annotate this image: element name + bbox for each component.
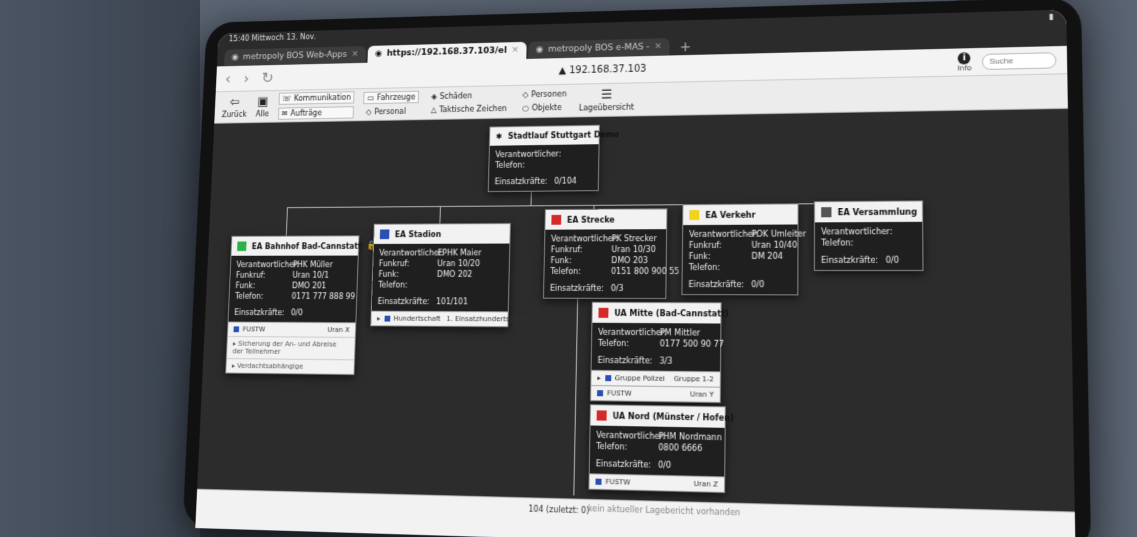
unit-row[interactable]: FUSTW Uran Y xyxy=(591,385,720,403)
schaeden-button[interactable]: ◈ Schäden xyxy=(428,90,510,102)
phone-icon: ☏ xyxy=(282,94,292,103)
vehicle-icon: ▭ xyxy=(367,93,375,103)
org-card-versammlung[interactable]: EA Versammlung Verantwortlicher: Telefon… xyxy=(813,200,924,272)
back-button[interactable]: ⇦ Zurück xyxy=(222,94,248,119)
close-tab-icon[interactable]: ✕ xyxy=(511,46,518,56)
diamond-icon: ◇ xyxy=(365,107,372,117)
personal-button[interactable]: ◇ Personal xyxy=(363,106,419,117)
tablet-frame: 15:40 Mittwoch 13. Nov. ▮ ◉ metropoly BO… xyxy=(182,0,1092,537)
search-input[interactable] xyxy=(981,51,1057,70)
unit-square-icon xyxy=(597,390,604,397)
back-arrow-icon[interactable]: ‹ xyxy=(225,70,231,88)
globe-icon: ◉ xyxy=(535,45,544,55)
info-button[interactable]: i Info xyxy=(957,51,972,72)
unit-row[interactable]: ▸ Hundertschaft 1. Einsatzhundertschaft xyxy=(371,310,526,327)
count-label: 104 (zuletzt: 0) xyxy=(528,504,590,516)
info-icon: i xyxy=(958,51,971,65)
all-button[interactable]: ▣ Alle xyxy=(256,94,270,118)
globe-icon: ◉ xyxy=(231,53,239,63)
reload-icon[interactable]: ↻ xyxy=(261,69,274,87)
forward-arrow-icon[interactable]: › xyxy=(243,69,250,87)
browser-tab-1[interactable]: ◉ metropoly BOS Web-Apps ✕ xyxy=(224,46,367,67)
status-square-gray xyxy=(821,207,832,218)
status-square-red xyxy=(598,307,609,318)
task-note: ▸ Sicherung der An- und Abreise der Teil… xyxy=(226,335,355,360)
lock-icon: ▲ xyxy=(558,65,567,77)
task-note: ▸ Verdachtsabhängige xyxy=(226,358,355,375)
layers-icon: ▣ xyxy=(257,94,269,109)
background-left xyxy=(0,0,200,537)
diamond-icon: ◇ xyxy=(522,90,529,100)
damage-icon: ◈ xyxy=(431,92,438,101)
unit-square-icon xyxy=(384,315,390,322)
triangle-icon: △ xyxy=(430,105,437,115)
org-card-bahnhof[interactable]: EA Bahnhof Bad-Cannstatt🔒 Verantwortlich… xyxy=(225,235,378,376)
new-tab-icon[interactable]: + xyxy=(672,39,700,55)
status-square-yellow xyxy=(689,210,700,221)
tablet-screen: 15:40 Mittwoch 13. Nov. ▮ ◉ metropoly BO… xyxy=(195,9,1076,537)
tab-label: metropoly BOS Web-Apps xyxy=(242,50,348,63)
status-square-red xyxy=(551,214,562,225)
back-arrow-icon: ⇦ xyxy=(229,94,240,110)
objekte-button[interactable]: ○ Objekte xyxy=(519,102,569,114)
close-tab-icon[interactable]: ✕ xyxy=(351,50,358,60)
org-card-ua-mitte[interactable]: UA Mitte (Bad-Cannstatt) Verantwortliche… xyxy=(589,301,729,404)
org-card-ua-nord[interactable]: UA Nord (Münster / Hofen) Verantwortlich… xyxy=(588,404,734,494)
fahrzeuge-button[interactable]: ▭ Fahrzeuge xyxy=(363,90,420,105)
kommunikation-button[interactable]: ☏ Kommunikation xyxy=(278,91,355,105)
unit-square-icon xyxy=(604,375,611,382)
unit-square-icon xyxy=(233,326,240,333)
auftraege-button[interactable]: ✉ Aufträge xyxy=(277,106,355,120)
connector-line xyxy=(285,207,288,238)
close-tab-icon[interactable]: ✕ xyxy=(654,42,662,52)
org-card-strecke[interactable]: EA Strecke Verantwortlicher: PK Strecker … xyxy=(542,208,679,300)
circle-icon: ○ xyxy=(522,103,529,113)
unit-square-icon xyxy=(595,478,602,485)
battery-icon: ▮ xyxy=(1048,11,1054,22)
tab-label: metropoly BOS e-MAS - xyxy=(547,42,650,55)
browser-tab-3[interactable]: ◉ metropoly BOS e-MAS - ✕ xyxy=(527,38,670,59)
tab-label: https://192.168.37.103/el xyxy=(386,46,507,59)
list-icon: ☰ xyxy=(600,87,613,102)
globe-icon: ◉ xyxy=(374,49,383,59)
star-icon: ✱ xyxy=(495,132,503,141)
status-square-green xyxy=(237,241,247,252)
org-chart-canvas: ✱ Stadtlauf Stuttgart Demo Verantwortlich… xyxy=(197,108,1075,512)
status-square-red xyxy=(596,410,607,421)
personen-button[interactable]: ◇ Personen xyxy=(520,89,570,101)
unit-row[interactable]: FUSTW Uran X xyxy=(227,321,356,337)
status-time: 15:40 Mittwoch 13. Nov. xyxy=(228,32,317,44)
unit-row[interactable]: FUSTW Uran Z xyxy=(589,473,725,493)
mail-icon: ✉ xyxy=(281,109,288,118)
lagebericht-status: kein aktueller Lagebericht vorhanden xyxy=(587,504,741,518)
org-card-stadion[interactable]: EA Stadion Verantwortlicher: EPHK Maier F… xyxy=(370,223,526,328)
status-square-blue xyxy=(379,229,390,240)
org-card-verkehr[interactable]: EA Verkehr Verantwortlicher: POK Umleiter… xyxy=(681,203,806,296)
taktische-zeichen-button[interactable]: △ Taktische Zeichen xyxy=(428,103,510,115)
lageuebersicht-button[interactable]: ☰ Lageübersicht xyxy=(579,87,635,112)
unit-row[interactable]: ▸ Gruppe Polizei Gruppe 1-2 xyxy=(591,369,721,387)
org-card-root[interactable]: ✱ Stadtlauf Stuttgart Demo Verantwortlich… xyxy=(487,124,619,193)
